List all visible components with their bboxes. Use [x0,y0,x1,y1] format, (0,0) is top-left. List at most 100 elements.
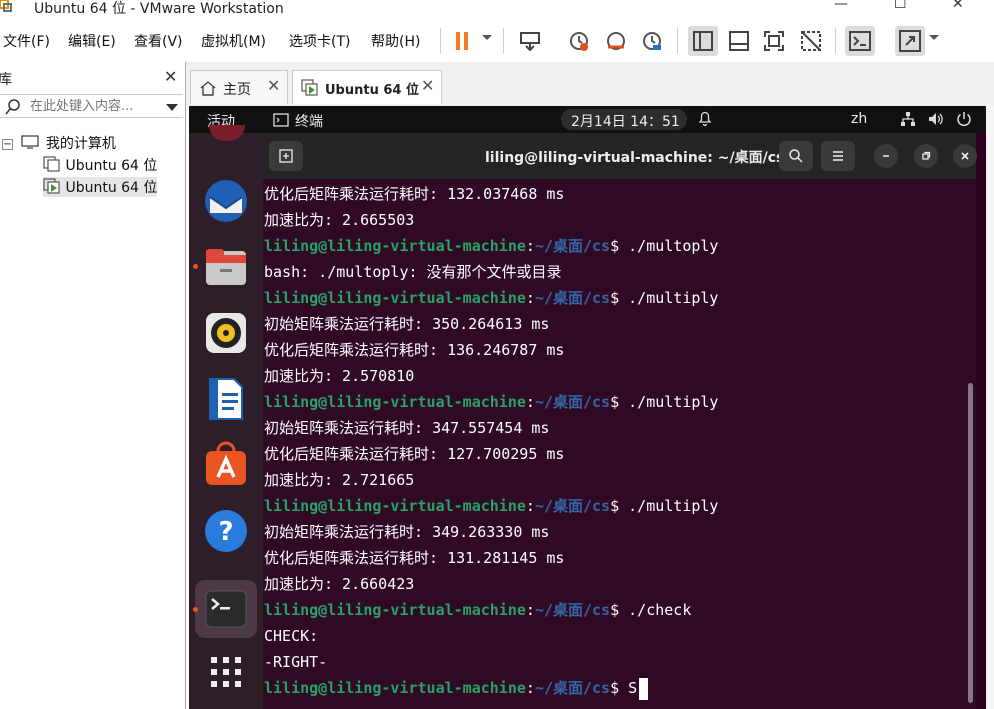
tab-home[interactable]: 主页 ✕ [190,70,288,104]
unity-button[interactable] [796,26,826,56]
pause-icon [456,32,468,50]
new-tab-button[interactable] [269,141,303,171]
menu-help[interactable]: 帮助(H) [371,31,420,51]
prompt-dollar: $ [610,237,620,255]
app-menu-label[interactable]: 终端 [295,111,323,131]
search-icon [5,99,20,115]
terminal-minimize-button[interactable] [874,144,898,168]
hamburger-menu-icon [833,151,843,161]
terminal-output-line: 优化后矩阵乘法运行耗时: 136.246787 ms [264,341,565,359]
prompt-user: liling@liling-virtual-machine [264,237,526,255]
menu-tabs[interactable]: 选项卡(T) [289,31,350,51]
collapse-toggle-icon[interactable]: − [2,139,13,150]
stretch-button[interactable] [895,26,925,56]
help-icon[interactable]: ? [202,507,250,555]
prompt-separator: : [525,497,535,515]
terminal-output-line: 初始矩阵乘法运行耗时: 350.264613 ms [264,315,550,333]
stretch-dropdown-arrow[interactable] [929,35,939,40]
library-view-button[interactable] [688,26,718,56]
terminal-output-line: 优化后矩阵乘法运行耗时: 127.700295 ms [264,445,565,463]
terminal-header-bar: liling@liling-virtual-machine: ~/桌面/cs [263,133,977,179]
send-ctrl-alt-del-button[interactable] [515,26,545,56]
terminal-output-line: 加速比为: 2.570810 [264,367,415,385]
toolbar-separator [440,28,441,54]
libreoffice-writer-icon[interactable] [202,375,250,423]
network-icon[interactable] [899,110,917,128]
minimize-button[interactable]: — [834,0,848,12]
snapshot-take-button[interactable] [564,26,594,56]
terminal-output-line: 加速比为: 2.721665 [264,471,415,489]
home-icon [200,81,216,96]
prompt-separator: : [525,393,535,411]
vmware-logo-icon [0,0,12,12]
menu-view[interactable]: 查看(V) [134,31,183,51]
pause-dropdown-arrow[interactable] [482,35,492,40]
library-close-button[interactable]: ✕ [164,67,177,86]
snapshot-take-icon [570,32,588,51]
tree-label-vm-2: Ubuntu 64 位 [65,180,158,196]
dock-item-partial-icon[interactable] [209,125,245,141]
terminal-scrollbar[interactable] [968,383,973,703]
prompt-user: liling@liling-virtual-machine [264,289,526,307]
pause-button[interactable] [447,26,477,56]
snapshot-manager-icon [643,32,661,50]
restore-icon [922,151,931,160]
snapshot-revert-button[interactable] [601,26,631,56]
rhythmbox-icon[interactable] [202,309,250,357]
menu-edit[interactable]: 编辑(E) [68,31,116,51]
dock-running-indicator [193,264,198,269]
search-dropdown-arrow[interactable] [166,104,178,111]
console-view-icon [849,31,871,51]
terminal-command-line: liling@liling-virtual-machine:~/桌面/cs$ S [264,675,964,701]
tab-ubuntu-close-button[interactable]: ✕ [421,76,434,95]
prompt-separator: : [525,289,535,307]
menu-vm[interactable]: 虚拟机(M) [201,31,266,51]
terminal-window[interactable]: liling@liling-virtual-machine: ~/桌面/cs 优… [263,133,977,709]
fullscreen-icon [764,31,784,51]
tree-item-my-computer[interactable]: − 我的计算机 [2,133,116,153]
prompt-dollar: $ [610,497,620,515]
console-view-button[interactable] [845,26,875,56]
terminal-search-button[interactable] [779,141,813,171]
new-tab-icon [279,149,293,163]
toolbar-separator [503,28,504,54]
terminal-menu-button[interactable] [821,141,855,171]
terminal-output[interactable]: 优化后矩阵乘法运行耗时: 132.037468 ms 加速比为: 2.665503… [264,181,964,709]
maximize-button[interactable]: ☐ [894,0,907,12]
terminal-command-line: liling@liling-virtual-machine:~/桌面/cs$ .… [264,285,964,311]
terminal-command-line: liling@liling-virtual-machine:~/桌面/cs$ .… [264,597,964,623]
show-apps-icon[interactable] [202,648,250,696]
tree-label-vm-1: Ubuntu 64 位 [65,158,158,174]
prompt-dollar: $ [610,601,620,619]
app-center-icon[interactable] [202,441,250,489]
menu-file[interactable]: 文件(F) [3,31,50,51]
volume-icon[interactable] [927,110,945,128]
power-icon[interactable] [955,110,973,128]
terminal-close-button[interactable] [953,144,977,168]
prompt-separator: : [525,601,535,619]
terminal-output-line: 加速比为: 2.660423 [264,575,415,593]
stretch-icon [899,30,921,52]
close-button[interactable]: ✕ [952,0,964,12]
thunderbird-icon[interactable] [202,177,250,225]
snapshot-manager-button[interactable] [637,26,667,56]
close-icon [961,152,969,160]
thumbnail-view-button[interactable] [724,26,754,56]
tab-ubuntu[interactable]: Ubuntu 64 位 ✕ [292,70,442,104]
command-text: ./multiply [619,497,719,515]
tab-home-close-button[interactable]: ✕ [267,76,280,95]
fullscreen-button[interactable] [759,26,789,56]
clock-text: 2月14日 14：51 [571,114,680,130]
input-method-indicator[interactable]: zh [851,111,867,127]
vm-console[interactable]: 活动 终端 2月14日 14：51 zh ? liling@liling-vir… [189,106,994,709]
clock-button[interactable]: 2月14日 14：51 [561,109,687,130]
tree-item-vm-2[interactable]: Ubuntu 64 位 [43,177,158,197]
terminal-output-line: 优化后矩阵乘法运行耗时: 132.037468 ms [264,185,565,203]
terminal-icon[interactable] [202,585,250,633]
terminal-maximize-button[interactable] [914,144,938,168]
host-window-edge [986,106,994,709]
library-search-input[interactable] [30,97,160,115]
tree-item-vm-1[interactable]: Ubuntu 64 位 [43,155,157,175]
files-icon[interactable] [202,243,250,291]
terminal-command-line: liling@liling-virtual-machine:~/桌面/cs$ .… [264,389,964,415]
